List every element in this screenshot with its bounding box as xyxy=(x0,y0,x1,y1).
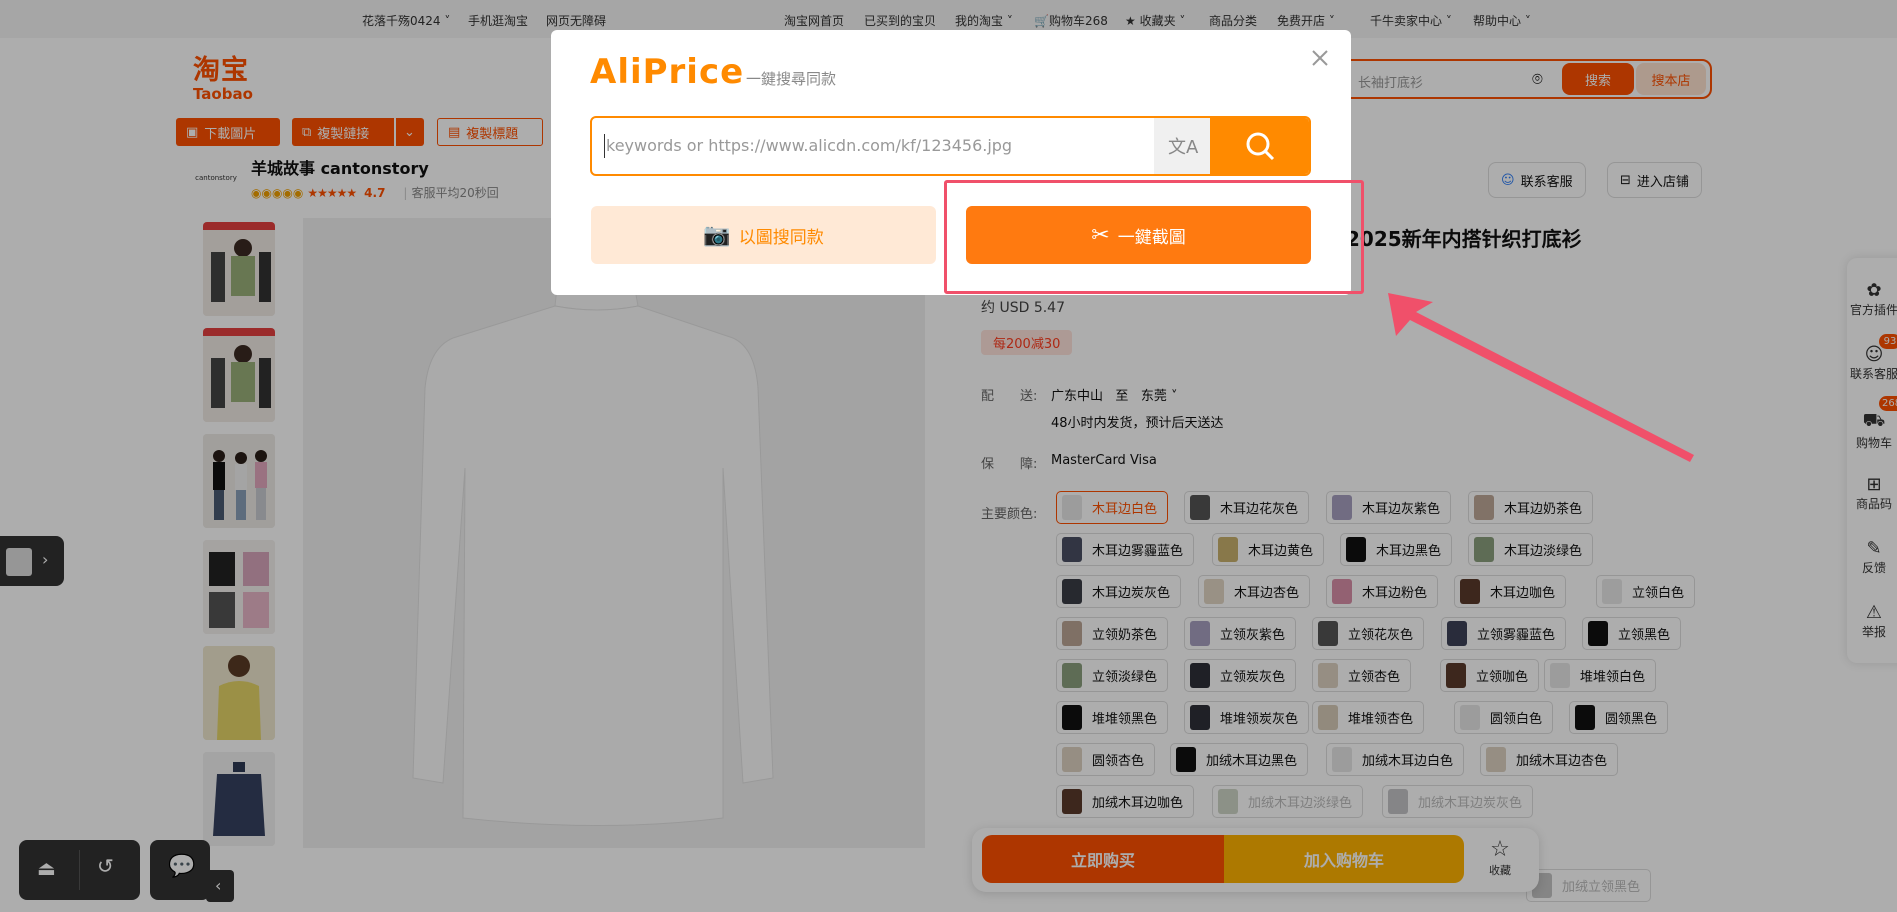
search-icon xyxy=(1246,132,1275,161)
aliprice-search-button[interactable] xyxy=(1210,118,1309,174)
translate-button[interactable]: 文A xyxy=(1154,118,1210,174)
aliprice-logo: AliPrice xyxy=(590,52,745,92)
aliprice-subtitle: 一鍵搜尋同款 xyxy=(746,70,837,88)
camera-icon: 📷 xyxy=(703,222,731,248)
close-icon[interactable] xyxy=(1310,48,1330,68)
translate-icon: 文A xyxy=(1168,137,1199,158)
image-search-button[interactable]: 📷 以圖搜同款 xyxy=(591,206,936,264)
page: { "topbar": { "user": "花落千殇0424", "mobil… xyxy=(0,0,1897,912)
highlight-box xyxy=(944,180,1364,294)
